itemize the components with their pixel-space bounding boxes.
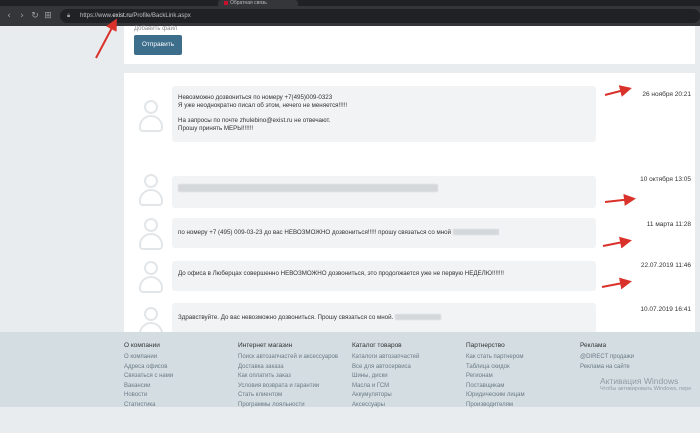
feedback-form: Добавить файл Отправить bbox=[124, 26, 695, 64]
watermark-title: Активация Windows bbox=[600, 376, 679, 386]
watermark-subtitle: Чтобы активировать Windows, пере bbox=[600, 386, 692, 392]
footer-link[interactable]: Производителям bbox=[466, 401, 525, 411]
footer-link[interactable]: Каталоги автозапчастей bbox=[352, 353, 419, 363]
avatar bbox=[138, 100, 164, 134]
redacted-text bbox=[178, 184, 438, 192]
message-date: 11 марта 11:28 bbox=[646, 221, 691, 228]
url-prefix: https://www. bbox=[80, 13, 113, 19]
footer-link[interactable]: Вакансии bbox=[124, 382, 173, 392]
footer-column-title: О компании bbox=[124, 342, 160, 349]
send-button[interactable]: Отправить bbox=[134, 35, 182, 55]
avatar bbox=[138, 174, 164, 208]
footer-link[interactable]: Поставщикам bbox=[466, 382, 525, 392]
message-bubble: по номеру +7 (495) 009-03-23 до вас НЕВО… bbox=[172, 218, 596, 248]
footer-link[interactable]: Адреса офисов bbox=[124, 363, 173, 373]
footer-link[interactable]: Масла и ГСМ bbox=[352, 382, 419, 392]
footer-column-title: Каталог товаров bbox=[352, 342, 402, 349]
footer-link[interactable]: Аккумуляторы bbox=[352, 391, 419, 401]
message-bubble: До офиса в Люберцах совершенно НЕВОЗМОЖН… bbox=[172, 261, 596, 291]
footer-column-advertising: Реклама @DIRECT продажи Реклама на сайте bbox=[580, 342, 634, 372]
footer-column-title: Реклама bbox=[580, 342, 607, 349]
message-date: 22.07.2019 11:46 bbox=[640, 262, 691, 269]
avatar bbox=[138, 261, 164, 295]
forward-icon[interactable]: › bbox=[16, 10, 28, 22]
footer-link[interactable]: Программы лояльности bbox=[238, 401, 338, 411]
footer-link[interactable]: Новости bbox=[124, 391, 173, 401]
message-item: Невозможно дозвониться по номеру +7(495)… bbox=[134, 86, 691, 142]
footer-link[interactable]: Все для автосервиса bbox=[352, 363, 419, 373]
footer-link[interactable]: Юридическим лицам bbox=[466, 391, 525, 401]
reload-icon[interactable]: ↻ bbox=[29, 10, 41, 22]
footer-column-catalog: Каталог товаров Каталоги автозапчастей В… bbox=[352, 342, 419, 410]
footer-link[interactable]: Статистика bbox=[124, 401, 173, 411]
footer-column-shop: Интернет магазин Поиск автозапчастей и а… bbox=[238, 342, 338, 410]
footer-link[interactable]: Как стать партнером bbox=[466, 353, 525, 363]
windows-activation-watermark: Активация Windows Чтобы активировать Win… bbox=[600, 376, 691, 392]
site-favicon-icon bbox=[224, 0, 228, 5]
footer-link[interactable]: Шины, диски bbox=[352, 372, 419, 382]
message-bubble bbox=[172, 176, 596, 208]
redacted-text bbox=[452, 229, 499, 236]
site-footer: О компании О компании Адреса офисов Связ… bbox=[0, 332, 700, 410]
footer-column-company: О компании О компании Адреса офисов Связ… bbox=[124, 342, 173, 410]
message-date: 10.07.2019 16:41 bbox=[640, 306, 691, 313]
message-line: На запросы по почте zhulebino@exist.ru н… bbox=[178, 117, 331, 124]
avatar bbox=[138, 218, 164, 252]
message-line: До офиса в Люберцах совершенно НЕВОЗМОЖН… bbox=[178, 270, 504, 277]
footer-link[interactable]: Как оплатить заказ bbox=[238, 372, 338, 382]
redacted-text bbox=[395, 314, 442, 321]
navigation-bar: ‹ › ↻ ⊞ 🔒︎ https://www.exist.ru/Profile/… bbox=[0, 6, 700, 26]
url-domain: exist.ru bbox=[112, 13, 132, 19]
message-bubble: Невозможно дозвониться по номеру +7(495)… bbox=[172, 86, 596, 142]
message-item: До офиса в Люберцах совершенно НЕВОЗМОЖН… bbox=[134, 261, 691, 293]
address-bar[interactable]: 🔒︎ https://www.exist.ru/Profile/BackLink… bbox=[60, 9, 700, 23]
lock-icon: 🔒︎ bbox=[67, 13, 71, 19]
back-icon[interactable]: ‹ bbox=[3, 10, 15, 22]
footer-link[interactable]: Связаться с нами bbox=[124, 372, 173, 382]
message-line: Я уже неоднократно писал об этом, нечего… bbox=[178, 102, 348, 109]
footer-link[interactable]: Стать клиентом bbox=[238, 391, 338, 401]
message-item: 10 октября 13:05 bbox=[134, 174, 691, 208]
footer-column-partnership: Партнерство Как стать партнером Таблица … bbox=[466, 342, 525, 410]
message-item: по номеру +7 (495) 009-03-23 до вас НЕВО… bbox=[134, 218, 691, 250]
apps-icon[interactable]: ⊞ bbox=[42, 10, 54, 22]
message-line: по номеру +7 (495) 009-03-23 до вас НЕВО… bbox=[178, 229, 452, 236]
footer-link[interactable]: О компании bbox=[124, 353, 173, 363]
footer-link[interactable]: Регионам bbox=[466, 372, 525, 382]
footer-link[interactable]: Доставка заказа bbox=[238, 363, 338, 373]
footer-column-title: Партнерство bbox=[466, 342, 505, 349]
footer-link[interactable]: @DIRECT продажи bbox=[580, 353, 634, 363]
footer-column-title: Интернет магазин bbox=[238, 342, 293, 349]
url-path: /Profile/BackLink.aspx bbox=[131, 13, 191, 19]
message-line: Невозможно дозвониться по номеру +7(495)… bbox=[178, 94, 333, 101]
footer-link[interactable]: Аксессуары bbox=[352, 401, 419, 411]
message-date: 10 октября 13:05 bbox=[640, 176, 691, 183]
message-history: Невозможно дозвониться по номеру +7(495)… bbox=[124, 73, 695, 356]
footer-link[interactable]: Условия возврата и гарантии bbox=[238, 382, 338, 392]
message-date: 26 ноября 20:21 bbox=[642, 91, 691, 98]
url-text: https://www.exist.ru/Profile/BackLink.as… bbox=[80, 12, 191, 20]
message-line: Прошу принять МЕРЫ!!!!!! bbox=[178, 125, 254, 132]
message-line: Здравствуйте. До вас невозможно дозвонит… bbox=[178, 314, 394, 321]
footer-link[interactable]: Поиск автозапчастей и аксессуаров bbox=[238, 353, 338, 363]
attach-file-link[interactable]: Добавить файл bbox=[134, 26, 177, 32]
footer-link[interactable]: Реклама на сайте bbox=[580, 363, 634, 373]
footer-link[interactable]: Таблица скидок bbox=[466, 363, 525, 373]
